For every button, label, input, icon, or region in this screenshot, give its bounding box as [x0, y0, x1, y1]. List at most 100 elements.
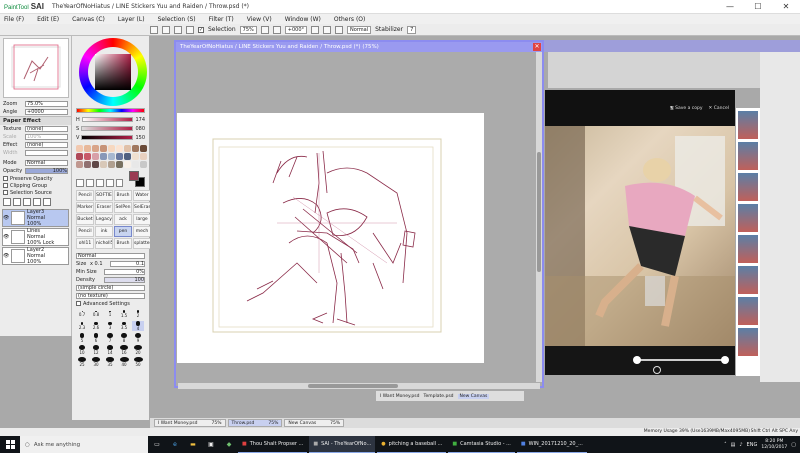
zoom-in-icon[interactable] [272, 25, 281, 34]
back-tab[interactable]: I Want Money.psd [380, 394, 420, 399]
brush-size-preset[interactable]: 0.7 [76, 309, 88, 319]
store-icon[interactable]: ▣ [202, 436, 220, 453]
menu-edit[interactable]: Edit (E) [37, 16, 59, 23]
menu-file[interactable]: File (F) [4, 16, 24, 23]
redo-icon[interactable] [162, 25, 170, 34]
texture-select[interactable]: (none) [25, 126, 68, 132]
taskbar-app[interactable]: ● pitching a baseball ... [377, 436, 447, 453]
brush-size-preset[interactable]: 16 [118, 345, 130, 355]
tool-button[interactable]: large pe [133, 214, 151, 225]
brush-size-preset[interactable]: 30 [90, 357, 102, 367]
color-swatch[interactable] [140, 161, 147, 168]
back-tab[interactable]: New Canvas [457, 393, 490, 399]
eye-icon[interactable]: 👁 [3, 253, 9, 259]
clipping-group-checkbox[interactable]: Clipping Group [0, 182, 71, 189]
navigator-preview[interactable] [3, 38, 69, 98]
windows-start-icon[interactable] [0, 436, 20, 453]
deselect-icon[interactable] [174, 25, 182, 34]
zoom-out-icon[interactable] [260, 25, 269, 34]
brush-size-preset[interactable]: 40 [118, 357, 130, 367]
color-swatch[interactable] [76, 145, 83, 152]
brush-size-preset[interactable]: 7 [104, 333, 116, 343]
hand-icon[interactable] [105, 179, 114, 187]
network-icon[interactable]: ▤ [731, 442, 736, 448]
swatch-grid[interactable] [76, 145, 147, 168]
tool-button[interactable]: Pencil [76, 190, 94, 201]
rotate-right-icon[interactable] [323, 25, 332, 34]
brush-size-preset[interactable]: 12 [90, 345, 102, 355]
canvas-paper[interactable] [177, 113, 484, 363]
tool-button[interactable]: ohl11 [76, 238, 94, 249]
color-swatch[interactable] [108, 145, 115, 152]
nav-zoom-field[interactable]: 75.0% [25, 101, 68, 107]
zoom-icon[interactable] [85, 179, 94, 187]
brush-size-preset[interactable]: 0.8 [90, 309, 102, 319]
tool-button[interactable]: Brush [114, 238, 132, 249]
tool-button[interactable]: SelEras [133, 202, 151, 213]
color-swatch[interactable] [84, 161, 91, 168]
color-preview[interactable] [129, 171, 146, 187]
brush-size-preset[interactable]: 3.5 [118, 321, 130, 331]
menu-others[interactable]: Others (O) [334, 16, 365, 23]
stabilizer-field[interactable]: 7 [407, 25, 417, 34]
tray-chevron-icon[interactable]: ˄ [724, 442, 727, 448]
color-swatch[interactable] [92, 161, 99, 168]
task-view-icon[interactable]: ▭ [148, 436, 166, 453]
tool-button[interactable]: nicholl5 [95, 238, 113, 249]
doc-tab[interactable]: New Canvas 75% [284, 419, 345, 427]
brush-size-preset[interactable]: 5 [76, 333, 88, 343]
new-folder-icon[interactable] [23, 198, 31, 206]
taskbar-app[interactable]: ■ Camtasia Studio - ... [448, 436, 515, 453]
preserve-opacity-checkbox[interactable]: Preserve Opacity [0, 175, 71, 182]
canvas-close-icon[interactable]: ✕ [533, 43, 541, 51]
color-swatch[interactable] [84, 153, 91, 160]
color-swatch[interactable] [124, 161, 131, 168]
new-vector-layer-icon[interactable] [13, 198, 21, 206]
menu-canvas[interactable]: Canvas (C) [72, 16, 105, 23]
color-wheel[interactable] [79, 38, 147, 106]
hue-bar[interactable] [76, 108, 145, 113]
close-button[interactable]: ✕ [772, 0, 800, 14]
color-swatch[interactable] [132, 145, 139, 152]
taskbar-app[interactable]: ■ Thou Shalt Propser ... [238, 436, 308, 453]
menu-selection[interactable]: Selection (S) [158, 16, 196, 23]
language-indicator[interactable]: ENG [747, 442, 758, 448]
taskbar-app[interactable]: ■ WIN_20171210_20_... [516, 436, 587, 453]
min-size-field[interactable]: 0% [104, 269, 145, 275]
playhead-handle[interactable] [653, 366, 661, 374]
blend-mode-select[interactable]: Normal [25, 160, 68, 166]
color-swatch[interactable] [100, 145, 107, 152]
rotate-icon[interactable] [95, 179, 104, 187]
flip-icon[interactable] [335, 25, 344, 34]
doc-tab[interactable]: Throw.psd 75% [227, 419, 283, 427]
scale-field[interactable]: 100% [25, 134, 68, 140]
thumbnail-image[interactable] [738, 204, 758, 232]
tool-button[interactable]: Eraser [95, 202, 113, 213]
v-slider[interactable] [81, 135, 134, 140]
color-swatch[interactable] [132, 153, 139, 160]
brush-size-preset[interactable]: 8 [118, 333, 130, 343]
layer-item[interactable]: 👁 Lines Normal 100% Lock [2, 228, 69, 246]
thumbnail-image[interactable] [738, 173, 758, 201]
cancel-button[interactable]: ✕ Cancel [709, 106, 729, 111]
color-swatch[interactable] [76, 153, 83, 160]
color-swatch[interactable] [108, 161, 115, 168]
tool-button[interactable]: Brush [114, 190, 132, 201]
color-swatch[interactable] [92, 153, 99, 160]
tool-button[interactable]: splatter [133, 238, 151, 249]
tool-button[interactable]: ack line [114, 214, 132, 225]
menu-window[interactable]: Window (W) [285, 16, 321, 23]
brush-size-preset[interactable]: 50 [132, 357, 144, 367]
notifications-icon[interactable]: ▢ [791, 442, 796, 448]
color-swatch[interactable] [116, 153, 123, 160]
thumbnail-image[interactable] [738, 328, 758, 356]
color-swatch[interactable] [124, 153, 131, 160]
save-copy-button[interactable]: 🖫 Save a copy [670, 104, 703, 112]
merge-layer-icon[interactable] [33, 198, 41, 206]
brush-size-preset[interactable]: 14 [104, 345, 116, 355]
thumbnail-image[interactable] [738, 266, 758, 294]
menu-view[interactable]: View (V) [247, 16, 272, 23]
layer-item[interactable]: 👁 Layer2 Normal 100% [2, 247, 69, 265]
canvas-horizontal-scrollbar[interactable] [178, 383, 540, 389]
delete-layer-icon[interactable] [43, 198, 51, 206]
